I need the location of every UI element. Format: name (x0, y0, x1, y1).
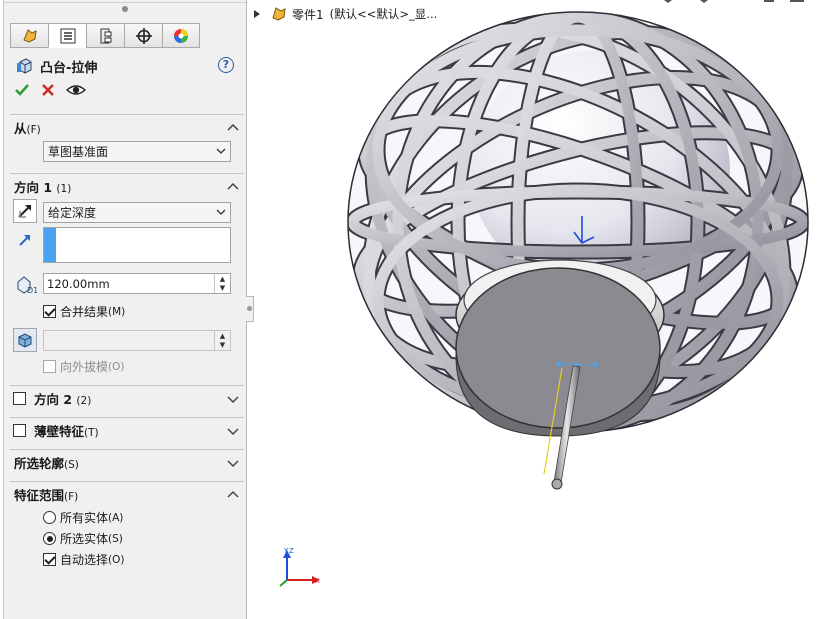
tab-display-manager[interactable] (162, 23, 200, 48)
chevron-down-icon[interactable] (226, 456, 240, 470)
panel-top-strip (4, 0, 248, 3)
auto-select-box[interactable] (43, 553, 56, 566)
section-selected-contours[interactable]: 所选轮廓(S) (10, 449, 244, 475)
section-direction1-title: 方向 1 (14, 180, 53, 195)
scope-all-bodies-dot[interactable] (43, 511, 56, 524)
configuration-icon (100, 28, 111, 43)
tab-dimxpert-manager[interactable] (124, 23, 162, 48)
feature-tree-icon (22, 28, 37, 43)
draft-spinner[interactable]: ▲ ▼ (214, 331, 230, 350)
spinner-down-icon[interactable]: ▼ (215, 284, 230, 294)
draft-outward-box[interactable] (43, 360, 56, 373)
section-thin-feature[interactable]: 薄壁特征(T) (10, 417, 244, 443)
end-condition-value: 给定深度 (48, 206, 97, 220)
from-select-value: 草图基准面 (48, 145, 109, 159)
chevron-up-icon[interactable] (226, 180, 240, 194)
property-list-icon (60, 28, 75, 43)
auto-select-checkbox[interactable]: 自动选择 (O) (43, 551, 124, 568)
auto-select-label: 自动选择 (60, 553, 109, 567)
feature-title: 凸台-拉伸 (40, 60, 98, 76)
draft-outward-key: (O) (108, 360, 125, 373)
triad-z-label: Z (289, 547, 294, 555)
scope-all-bodies-radio[interactable]: 所有实体 (A) (43, 509, 123, 526)
auto-select-key: (O) (108, 553, 125, 566)
section-direction2-title: 方向 2 (34, 392, 73, 407)
tab-property-manager[interactable] (48, 23, 86, 48)
end-condition-select[interactable]: 给定深度 (43, 202, 231, 223)
direction-arrow-icon (19, 235, 30, 246)
lantern-model[interactable] (296, 0, 821, 494)
draft-icon (18, 333, 32, 348)
chevron-up-icon[interactable] (226, 121, 240, 135)
section-selected-contours-title: 所选轮廓 (14, 456, 65, 471)
section-thin-feature-title: 薄壁特征 (34, 424, 85, 439)
scope-selected-bodies-label: 所选实体 (60, 532, 109, 546)
scope-all-bodies-label: 所有实体 (60, 511, 109, 525)
property-manager-panel: 凸台-拉伸 ? 从(F) 草图基准面 方向 1 (1) 给定深度 D1 120.… (3, 0, 248, 619)
scope-selected-bodies-radio[interactable]: 所选实体 (S) (43, 530, 123, 547)
preview-eye-icon[interactable] (66, 82, 86, 98)
chevron-up-icon[interactable] (226, 488, 240, 502)
draft-toggle-button[interactable] (13, 328, 37, 352)
section-from-key: (F) (26, 124, 41, 136)
panel-grip-handle[interactable] (122, 6, 128, 12)
thin-feature-checkbox[interactable] (13, 424, 26, 437)
boss-extrude-icon (17, 58, 32, 74)
selection-color-bar (44, 228, 56, 262)
merge-result-key: (M) (108, 305, 126, 318)
direction-vector-selection-box[interactable] (43, 227, 231, 263)
chevron-down-icon (216, 209, 226, 215)
manager-tabs (10, 23, 200, 48)
section-direction2[interactable]: 方向 2 (2) (10, 385, 244, 411)
section-feature-scope-title: 特征范围 (14, 488, 65, 503)
merge-result-box[interactable] (43, 305, 56, 318)
cancel-x-icon[interactable] (40, 82, 56, 98)
section-selected-contours-key: (S) (64, 459, 79, 471)
merge-result-label: 合并结果 (60, 305, 109, 319)
spinner-up-icon[interactable]: ▲ (215, 331, 230, 341)
chevron-down-icon[interactable] (226, 392, 240, 406)
direction2-checkbox[interactable] (13, 392, 26, 405)
scope-selected-bodies-key: (S) (108, 532, 123, 545)
view-toolbar-fragment (664, 0, 804, 3)
color-wheel-icon (174, 28, 188, 43)
section-from[interactable]: 从(F) (10, 114, 244, 140)
depth-value: 120.00mm (47, 276, 110, 291)
depth-input[interactable]: 120.00mm ▲ ▼ (43, 273, 231, 294)
chevron-down-icon (216, 148, 226, 154)
feature-title-row: 凸台-拉伸 (16, 56, 97, 76)
graphics-viewport[interactable]: Y Z X (250, 0, 821, 619)
reverse-direction-icon (18, 205, 31, 218)
section-direction1-key: (1) (56, 183, 72, 195)
spinner-down-icon[interactable]: ▼ (215, 341, 230, 351)
section-direction2-key: (2) (76, 395, 92, 407)
draft-outward-label: 向外拔模 (60, 360, 109, 374)
tab-feature-manager[interactable] (10, 23, 48, 48)
merge-result-checkbox[interactable]: 合并结果 (M) (43, 303, 125, 320)
svg-text:D1: D1 (27, 286, 37, 294)
spinner-up-icon[interactable]: ▲ (215, 274, 230, 284)
base-cap-face[interactable] (455, 267, 661, 429)
section-feature-scope-key: (F) (64, 491, 79, 503)
tab-configuration-manager[interactable] (86, 23, 124, 48)
scope-all-bodies-key: (A) (108, 511, 124, 524)
action-buttons (14, 82, 86, 98)
section-thin-feature-key: (T) (84, 427, 99, 439)
reverse-direction-button[interactable] (13, 199, 37, 223)
accept-check-icon[interactable] (14, 82, 30, 98)
section-feature-scope[interactable]: 特征范围(F) (10, 481, 244, 507)
crosshair-icon (135, 27, 152, 44)
depth-dimension-icon: D1 (17, 276, 37, 294)
view-orientation-triad: Y Z X (279, 547, 320, 587)
depth-spinner[interactable]: ▲ ▼ (214, 274, 230, 293)
triad-x-label: X (315, 577, 320, 585)
from-select[interactable]: 草图基准面 (43, 141, 231, 162)
scope-selected-bodies-dot[interactable] (43, 532, 56, 545)
section-direction1[interactable]: 方向 1 (1) (10, 173, 244, 199)
section-from-title: 从 (14, 121, 27, 136)
chevron-down-icon[interactable] (226, 424, 240, 438)
draft-outward-checkbox[interactable]: 向外拔模 (O) (43, 358, 124, 375)
help-icon[interactable]: ? (218, 57, 234, 73)
draft-angle-input[interactable]: ▲ ▼ (43, 330, 231, 351)
